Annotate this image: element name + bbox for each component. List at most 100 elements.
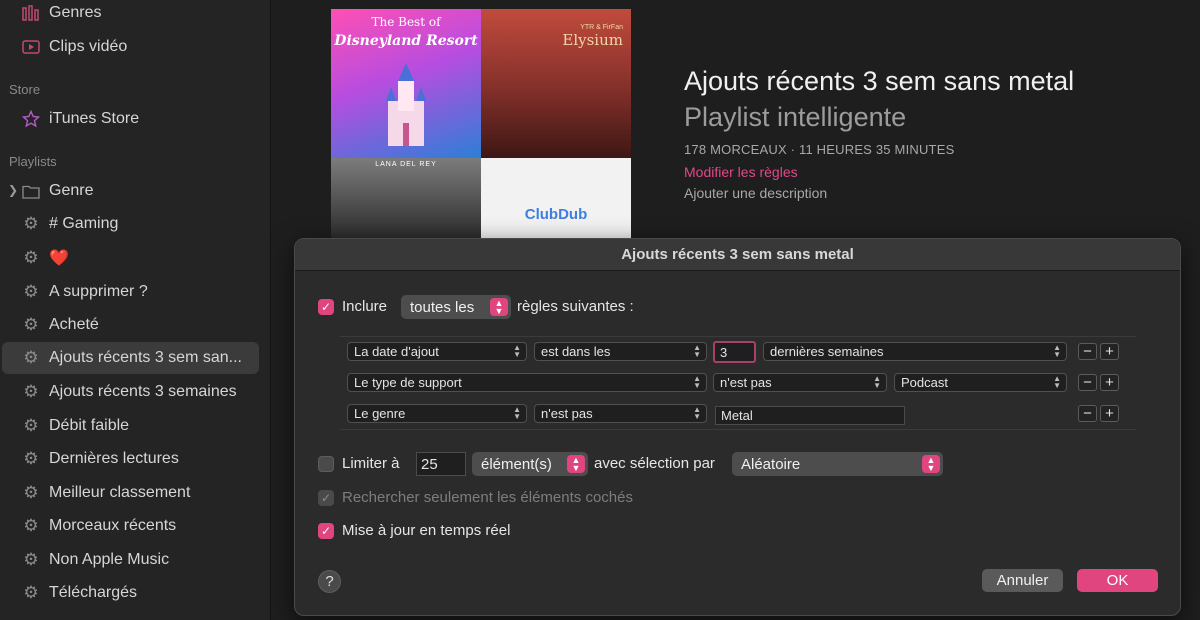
- sidebar-item-label: Acheté: [49, 316, 99, 333]
- sidebar-item-ajouts-recents-sans-metal[interactable]: ⚙ Ajouts récents 3 sem san...: [2, 342, 259, 374]
- sidebar-item-genre-folder[interactable]: Genre: [2, 175, 259, 207]
- sidebar-item-clips-video[interactable]: Clips vidéo: [2, 31, 259, 63]
- include-checkbox[interactable]: ✓: [318, 299, 334, 315]
- selection-method-popup[interactable]: Aléatoire ▲ ▼: [732, 452, 943, 476]
- limit-label: Limiter à: [342, 455, 400, 472]
- rule-unit-value: dernières semaines: [770, 344, 884, 359]
- playlist-meta: 178 MORCEAUX · 11 HEURES 35 MINUTES: [684, 142, 955, 157]
- rule-2-operator-select[interactable]: n'est pas ▲ ▼: [713, 373, 887, 392]
- rule-2-field-select[interactable]: Le type de support ▲ ▼: [347, 373, 707, 392]
- updown-arrows-icon: ▲ ▼: [567, 455, 585, 473]
- updown-arrows-icon: ▲ ▼: [513, 405, 521, 421]
- add-rule-2-button[interactable]: +: [1100, 374, 1119, 391]
- star-icon: [20, 108, 42, 130]
- selection-method-value: Aléatoire: [741, 455, 801, 473]
- limit-value-input[interactable]: 25: [416, 452, 466, 476]
- artwork-tile-clubdub: ClubDub: [481, 158, 631, 239]
- rule-1-unit-select[interactable]: dernières semaines ▲ ▼: [763, 342, 1067, 361]
- match-popup[interactable]: toutes les ▲ ▼: [401, 295, 511, 319]
- artwork-caption: Elysium: [562, 31, 623, 49]
- selection-label: avec sélection par: [594, 455, 715, 472]
- edit-rules-link[interactable]: Modifier les règles: [684, 164, 798, 180]
- sidebar-item-label: Genres: [49, 4, 102, 21]
- sidebar-item-morceaux-recents[interactable]: ⚙ Morceaux récents: [2, 510, 259, 542]
- sidebar-item-label: iTunes Store: [49, 110, 140, 127]
- playlist-artwork: The Best of Disneyland Resort YTR & FirF…: [331, 9, 631, 239]
- remove-rule-2-button[interactable]: −: [1078, 374, 1097, 391]
- rule-3-value-input[interactable]: Metal: [715, 406, 905, 425]
- sidebar-item-ajouts-recents-3-semaines[interactable]: ⚙ Ajouts récents 3 semaines: [2, 376, 259, 408]
- rule-3-field-select[interactable]: Le genre ▲ ▼: [347, 404, 527, 423]
- rule-1-value-input[interactable]: 3: [713, 341, 756, 363]
- rule-3-operator-select[interactable]: n'est pas ▲ ▼: [534, 404, 707, 423]
- remove-rule-1-button[interactable]: −: [1078, 343, 1097, 360]
- gear-icon: ⚙: [23, 483, 39, 502]
- gear-icon: ⚙: [23, 516, 39, 535]
- limit-checkbox[interactable]: [318, 456, 334, 472]
- sidebar-item-label: Ajouts récents 3 sem san...: [49, 349, 242, 366]
- add-rule-1-button[interactable]: +: [1100, 343, 1119, 360]
- rule-operator-value: est dans les: [541, 344, 611, 359]
- sidebar-item-genres[interactable]: Genres: [2, 0, 259, 29]
- match-popup-value: toutes les: [410, 298, 475, 316]
- remove-rule-3-button[interactable]: −: [1078, 405, 1097, 422]
- rule-1-field-select[interactable]: La date d'ajout ▲ ▼: [347, 342, 527, 361]
- artwork-tile-elysium: YTR & FirFan Elysium: [481, 9, 631, 158]
- rule-1-operator-select[interactable]: est dans les ▲ ▼: [534, 342, 707, 361]
- rule-operator-value: n'est pas: [541, 406, 593, 421]
- updown-arrows-icon: ▲ ▼: [693, 343, 701, 359]
- live-update-label: Mise à jour en temps réel: [342, 522, 511, 539]
- limit-unit-value: élément(s): [481, 455, 552, 473]
- sidebar-item-label: Clips vidéo: [49, 38, 128, 55]
- ok-button[interactable]: OK: [1077, 569, 1158, 592]
- include-label: Inclure: [342, 298, 388, 315]
- sidebar-item-meilleur-classement[interactable]: ⚙ Meilleur classement: [2, 477, 259, 509]
- gear-icon: ⚙: [23, 348, 39, 367]
- updown-arrows-icon: ▲ ▼: [1053, 374, 1061, 390]
- dialog-title: Ajouts récents 3 sem sans metal: [295, 239, 1180, 271]
- genres-icon: [20, 2, 42, 24]
- checked-only-label: Rechercher seulement les éléments cochés: [342, 489, 633, 506]
- rule-field-value: Le genre: [354, 406, 406, 421]
- updown-arrows-icon: ▲ ▼: [922, 455, 940, 473]
- sidebar-item-a-supprimer[interactable]: ⚙ A supprimer ?: [2, 276, 259, 308]
- gear-icon: ⚙: [23, 315, 39, 334]
- artwork-caption: LANA DEL REY: [375, 161, 437, 168]
- rule-operator-value: n'est pas: [720, 375, 772, 390]
- sidebar: Genres Clips vidéo Store iTunes Store Pl…: [0, 0, 271, 620]
- limit-unit-popup[interactable]: élément(s) ▲ ▼: [472, 452, 588, 476]
- sidebar-item-debit-faible[interactable]: ⚙ Débit faible: [2, 410, 259, 442]
- gear-icon: ⚙: [23, 449, 39, 468]
- sidebar-item-dernieres-lectures[interactable]: ⚙ Dernières lectures: [2, 443, 259, 475]
- add-description-link[interactable]: Ajouter une description: [684, 185, 827, 201]
- match-suffix-label: règles suivantes :: [517, 298, 634, 315]
- sidebar-item-label: Non Apple Music: [49, 551, 170, 568]
- rule-2-value-select[interactable]: Podcast ▲ ▼: [894, 373, 1067, 392]
- sidebar-item-achete[interactable]: ⚙ Acheté: [2, 309, 259, 341]
- gear-icon: ⚙: [23, 583, 39, 602]
- sidebar-item-label: Ajouts récents 3 semaines: [49, 383, 237, 400]
- sidebar-item-itunes-store[interactable]: iTunes Store: [2, 103, 259, 135]
- sidebar-item-label: Genre: [49, 182, 94, 199]
- live-update-checkbox[interactable]: ✓: [318, 523, 334, 539]
- gear-icon: ⚙: [23, 382, 39, 401]
- checked-only-checkbox[interactable]: ✓: [318, 490, 334, 506]
- sidebar-item-label: ❤️: [49, 250, 69, 267]
- sidebar-item-non-apple-music[interactable]: ⚙ Non Apple Music: [2, 544, 259, 576]
- help-button[interactable]: ?: [318, 570, 341, 593]
- rule-field-value: La date d'ajout: [354, 344, 439, 359]
- artwork-caption: Disneyland Resort: [334, 33, 478, 49]
- sidebar-item-heart[interactable]: ⚙ ❤️: [2, 242, 259, 274]
- video-clips-icon: [20, 36, 42, 58]
- sidebar-item-gaming[interactable]: ⚙ # Gaming: [2, 208, 259, 240]
- gear-icon: ⚙: [23, 416, 39, 435]
- rules-list: La date d'ajout ▲ ▼ est dans les ▲ ▼ 3 der…: [340, 336, 1136, 430]
- playlist-title: Ajouts récents 3 sem sans metal: [684, 66, 1075, 96]
- sidebar-item-label: A supprimer ?: [49, 283, 148, 300]
- playlist-subtitle: Playlist intelligente: [684, 102, 907, 132]
- updown-arrows-icon: ▲ ▼: [513, 343, 521, 359]
- sidebar-item-label: Morceaux récents: [49, 517, 177, 534]
- sidebar-item-telecharges[interactable]: ⚙ Téléchargés: [2, 577, 259, 609]
- add-rule-3-button[interactable]: +: [1100, 405, 1119, 422]
- cancel-button[interactable]: Annuler: [982, 569, 1063, 592]
